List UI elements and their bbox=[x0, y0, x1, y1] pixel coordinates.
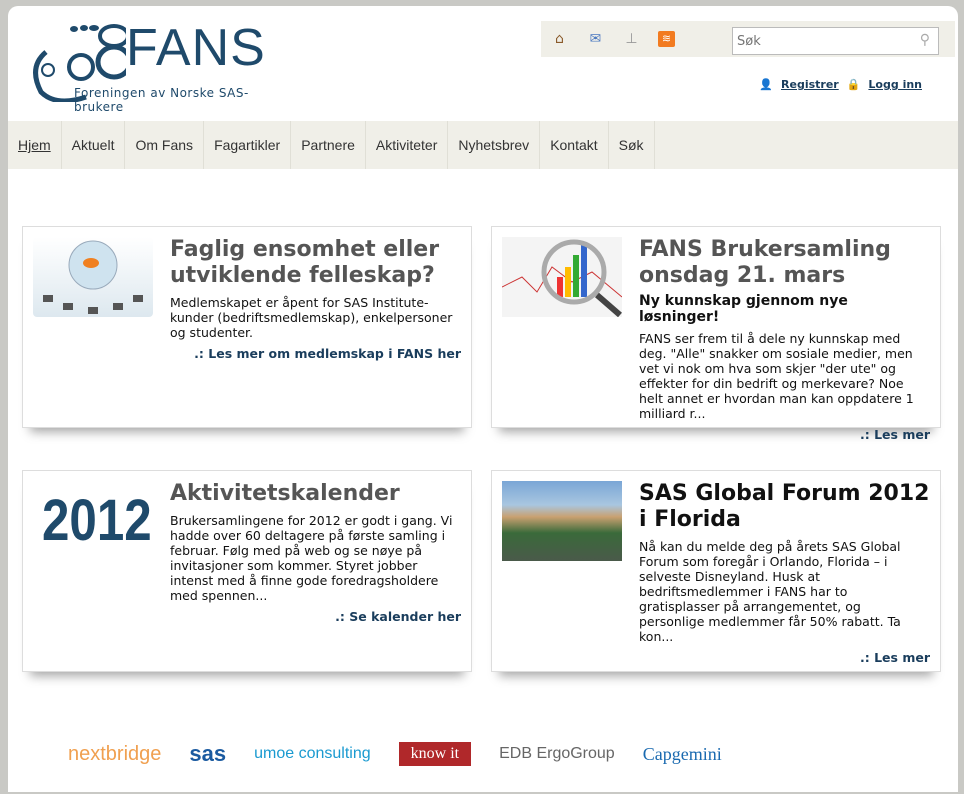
card-title: FANS Brukersamling onsdag 21. mars bbox=[639, 237, 891, 288]
chart-magnifier-image bbox=[501, 237, 623, 318]
page: FANS Foreningen av Norske SAS-brukere ⌂ … bbox=[8, 6, 958, 792]
card-text: FANS ser frem til å dele ny kunnskap med… bbox=[639, 331, 914, 421]
nav-fagartikler[interactable]: Fagartikler bbox=[204, 121, 292, 169]
nav-nyhetsbrev[interactable]: Nyhetsbrev bbox=[448, 121, 541, 169]
card-text: Nå kan du melde deg på årets SAS Global … bbox=[639, 539, 901, 644]
user-add-icon: 👤 bbox=[759, 78, 774, 91]
card-title: SAS Global Forum 2012 i Florida bbox=[639, 481, 930, 532]
partner-edb-logo[interactable]: EDB ErgoGroup bbox=[499, 745, 615, 763]
fans-logo[interactable]: FANS Foreningen av Norske SAS-brukere bbox=[26, 19, 286, 114]
read-more-link[interactable]: .: Les mer bbox=[639, 650, 930, 665]
read-more-link[interactable]: .: Les mer bbox=[639, 427, 930, 442]
partner-umoe-logo[interactable]: umoe consulting bbox=[254, 745, 371, 763]
card-subtitle: Ny kunnskap gjennom nye løsninger! bbox=[639, 293, 848, 325]
card-aktivitetskalender: 2012 Aktivitetskalender Brukersamlingene… bbox=[22, 470, 472, 672]
nav-hjem[interactable]: Hjem bbox=[8, 121, 62, 169]
search-icon[interactable]: ⚲ bbox=[920, 32, 930, 48]
search-box: ⚲ bbox=[732, 27, 939, 55]
logo-text: FANS bbox=[126, 19, 266, 77]
card-text: Medlemskapet er åpent for SAS Institute-… bbox=[170, 295, 453, 340]
read-more-link[interactable]: .: Se kalender her bbox=[170, 609, 461, 624]
year-2012-image: 2012 bbox=[42, 488, 152, 553]
read-more-link[interactable]: .: Les mer om medlemskap i FANS her bbox=[170, 346, 461, 361]
login-link[interactable]: Logg inn bbox=[868, 78, 922, 91]
toolbar: ⌂ ✉ ⊥ ≋ ⚲ bbox=[541, 21, 955, 57]
card-title: Faglig ensomhet eller utviklende fellesk… bbox=[170, 237, 440, 288]
card-global-forum: SAS Global Forum 2012 i Florida Nå kan d… bbox=[491, 470, 941, 672]
main-nav: Hjem Aktuelt Om Fans Fagartikler Partner… bbox=[8, 121, 958, 169]
nav-partnere[interactable]: Partnere bbox=[291, 121, 366, 169]
nav-aktiviteter[interactable]: Aktiviteter bbox=[366, 121, 449, 169]
card-text: Brukersamlingene for 2012 er godt i gang… bbox=[170, 513, 453, 603]
logo-subtitle: Foreningen av Norske SAS-brukere bbox=[74, 86, 249, 114]
partner-nextbridge-logo[interactable]: nextbridge bbox=[68, 743, 161, 766]
lock-icon: 🔒 bbox=[846, 78, 861, 91]
nav-kontakt[interactable]: Kontakt bbox=[540, 121, 609, 169]
nav-aktuelt[interactable]: Aktuelt bbox=[62, 121, 126, 169]
user-links: 👤 Registrer 🔒 Logg inn bbox=[759, 78, 922, 91]
nav-sok[interactable]: Søk bbox=[609, 121, 655, 169]
card-membership: Faglig ensomhet eller utviklende fellesk… bbox=[22, 226, 472, 428]
florida-resort-image bbox=[502, 481, 622, 561]
fishbowl-image bbox=[33, 237, 153, 317]
nav-om-fans[interactable]: Om Fans bbox=[125, 121, 205, 169]
partner-capgemini-logo[interactable]: Capgemini bbox=[643, 744, 722, 765]
partner-sas-logo[interactable]: sas bbox=[189, 741, 226, 767]
partner-logos: nextbridge sas umoe consulting know it E… bbox=[68, 741, 722, 767]
partner-knowit-logo[interactable]: know it bbox=[398, 742, 472, 766]
home-icon[interactable]: ⌂ bbox=[551, 31, 568, 47]
register-link[interactable]: Registrer bbox=[781, 78, 839, 91]
mail-icon[interactable]: ✉ bbox=[587, 31, 604, 47]
search-input[interactable] bbox=[733, 28, 903, 54]
rss-icon[interactable]: ≋ bbox=[658, 31, 675, 47]
card-brukersamling: FANS Brukersamling onsdag 21. mars Ny ku… bbox=[491, 226, 941, 442]
card-title: Aktivitetskalender bbox=[170, 481, 400, 506]
sitemap-icon[interactable]: ⊥ bbox=[623, 31, 640, 47]
